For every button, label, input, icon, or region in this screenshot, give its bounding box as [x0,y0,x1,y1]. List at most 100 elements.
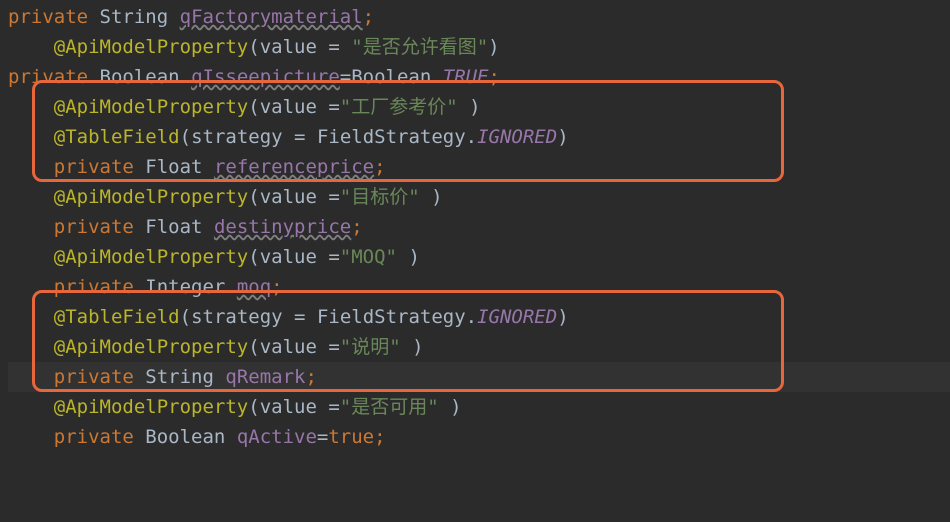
token-paren: ) [412,336,423,358]
token-equals: = [328,246,339,268]
token-paren: ) [450,396,461,418]
token-equals: = [328,36,339,58]
token-dot: . [466,126,477,148]
token-keyword: private [54,426,134,448]
token-keyword: private [8,6,88,28]
token-static-italic: IGNORED [477,126,557,148]
token-paren: ) [488,36,499,58]
code-line[interactable]: @ApiModelProperty(value ="MOQ" ) [8,242,950,272]
token-annotation: @TableField [54,126,180,148]
token-equals: = [317,426,328,448]
code-line[interactable]: @TableField(strategy = FieldStrategy.IGN… [8,302,950,332]
token-keyword: private [54,276,134,298]
token-string: "说明" [340,336,401,358]
token-paren: ) [431,186,442,208]
code-line[interactable]: private String qFactorymaterial; [8,2,950,32]
token-keyword: private [54,366,134,388]
token-paren: ) [408,246,419,268]
token-paren: ( [248,186,259,208]
token-annotation: @TableField [54,306,180,328]
token-equals: = [328,186,339,208]
code-line[interactable]: private String qRemark; [8,362,950,392]
token-semicolon: ; [374,156,385,178]
token-equals: = [294,126,305,148]
token-annotation: @ApiModelProperty [54,96,248,118]
token-keyword: private [54,216,134,238]
code-editor[interactable]: private String qFactorymaterial; @ApiMod… [0,0,950,452]
token-equals: = [340,66,351,88]
token-type: Boolean [351,66,431,88]
token-type: FieldStrategy [317,126,466,148]
token-paren: ) [557,126,568,148]
token-equals: = [328,96,339,118]
code-line[interactable]: @ApiModelProperty(value ="是否可用" ) [8,392,950,422]
token-semicolon: ; [305,366,316,388]
token-string: "是否允许看图" [351,36,488,58]
code-line[interactable]: @ApiModelProperty(value ="目标价" ) [8,182,950,212]
code-line[interactable]: private Integer moq; [8,272,950,302]
code-line[interactable]: private Boolean qIsseepicture=Boolean.TR… [8,62,950,92]
token-annotation: @ApiModelProperty [54,246,248,268]
code-line[interactable]: private Boolean qActive=true; [8,422,950,452]
code-line[interactable]: private Float referenceprice; [8,152,950,182]
code-line[interactable]: @TableField(strategy = FieldStrategy.IGN… [8,122,950,152]
token-semicolon: ; [351,216,362,238]
token-type: String [100,6,169,28]
token-type: Float [145,156,202,178]
token-field-underline: referenceprice [214,156,374,178]
token-paren: ( [180,306,191,328]
token-field-underline: qFactorymaterial [180,6,363,28]
token-type: Boolean [145,426,225,448]
token-dot: . [431,66,442,88]
token-field-underline: destinyprice [214,216,351,238]
token-field: qRemark [225,366,305,388]
token-annotation: @ApiModelProperty [54,186,248,208]
token-type: value [260,186,317,208]
token-paren: ( [248,396,259,418]
token-keyword: private [8,66,88,88]
token-type: String [145,366,214,388]
token-paren: ) [557,306,568,328]
token-equals: = [328,396,339,418]
token-paren: ) [469,96,480,118]
token-string: "MOQ" [340,246,397,268]
token-semicolon: ; [363,6,374,28]
token-type: value [260,246,317,268]
token-type: value [260,36,317,58]
token-string: "是否可用" [340,396,439,418]
code-line[interactable]: @ApiModelProperty(value ="工厂参考价" ) [8,92,950,122]
token-paren: ( [180,126,191,148]
token-equals: = [294,306,305,328]
token-equals: = [328,336,339,358]
token-static-italic: IGNORED [477,306,557,328]
code-line[interactable]: @ApiModelProperty(value ="说明" ) [8,332,950,362]
token-string: "工厂参考价" [340,96,458,118]
token-type: Integer [145,276,225,298]
code-line[interactable]: private Float destinyprice; [8,212,950,242]
token-type: strategy [191,126,283,148]
token-paren: ( [248,336,259,358]
token-type: Boolean [100,66,180,88]
token-annotation: @ApiModelProperty [54,396,248,418]
token-type: FieldStrategy [317,306,466,328]
token-annotation: @ApiModelProperty [54,336,248,358]
token-field-underline: qIsseepicture [191,66,340,88]
token-type: Float [145,216,202,238]
token-type: value [260,96,317,118]
token-keyword: true [328,426,374,448]
token-type: value [260,336,317,358]
token-type: strategy [191,306,283,328]
token-paren: ( [248,36,259,58]
token-type: value [260,396,317,418]
token-paren: ( [248,96,259,118]
token-semicolon: ; [489,66,500,88]
token-dot: . [466,306,477,328]
token-semicolon: ; [374,426,385,448]
token-keyword: private [54,156,134,178]
token-field-underline: moq [237,276,271,298]
token-annotation: @ApiModelProperty [54,36,248,58]
token-field: qActive [237,426,317,448]
code-line[interactable]: @ApiModelProperty(value = "是否允许看图") [8,32,950,62]
token-semicolon: ; [271,276,282,298]
token-paren: ( [248,246,259,268]
